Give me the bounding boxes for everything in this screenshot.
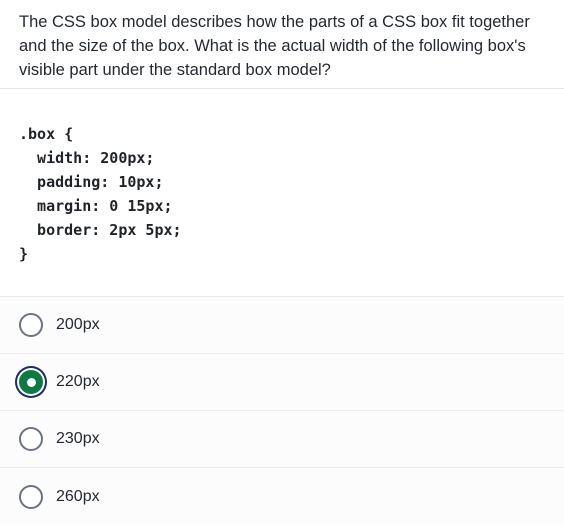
code-line: padding: 10px; xyxy=(19,173,164,191)
option-label: 200px xyxy=(56,316,100,333)
code-line: border: 2px 5px; xyxy=(19,221,182,239)
answer-option-220px[interactable]: 220px xyxy=(0,354,564,411)
radio-button[interactable] xyxy=(19,313,43,337)
code-line: } xyxy=(19,245,29,263)
option-label: 220px xyxy=(56,373,100,390)
question-text: The CSS box model describes how the part… xyxy=(0,0,564,89)
code-line: margin: 0 15px; xyxy=(19,197,173,215)
answer-option-230px[interactable]: 230px xyxy=(0,411,564,468)
option-label: 260px xyxy=(56,487,100,505)
option-label: 230px xyxy=(56,430,100,447)
answer-option-200px[interactable]: 200px xyxy=(0,297,564,354)
radio-button[interactable] xyxy=(19,484,43,509)
radio-dot-icon xyxy=(26,377,36,387)
code-line: width: 200px; xyxy=(19,149,155,167)
radio-button[interactable] xyxy=(19,427,43,451)
radio-button-selected[interactable] xyxy=(19,370,43,394)
code-block: .box { width: 200px; padding: 10px; marg… xyxy=(0,89,564,297)
answer-options: 200px 220px 230px 260px xyxy=(0,297,564,525)
answer-option-260px[interactable]: 260px xyxy=(0,468,564,525)
code-line: .box { xyxy=(19,125,74,143)
